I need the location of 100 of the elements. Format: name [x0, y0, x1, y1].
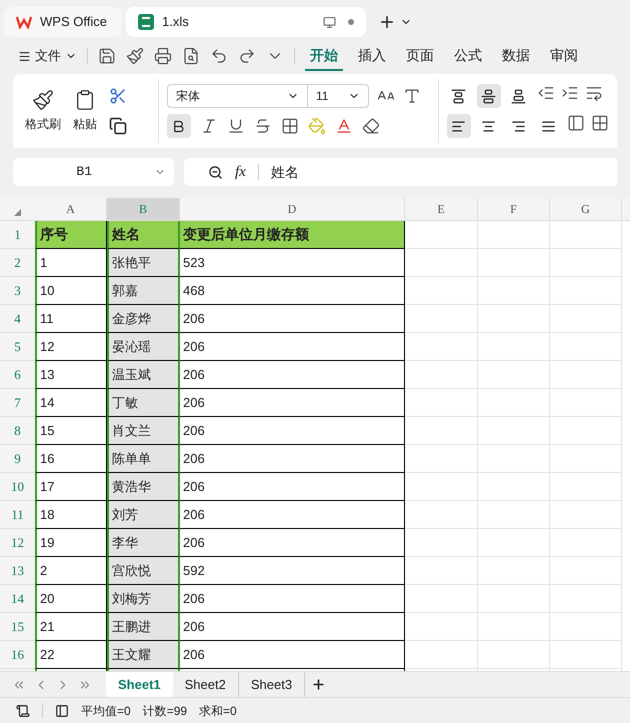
row-number: 14: [0, 585, 35, 613]
redo-icon[interactable]: [238, 47, 256, 65]
table-cell: 刘芳: [107, 501, 180, 529]
table-cell: 206: [180, 417, 405, 445]
status-text: 求和=0: [199, 702, 237, 720]
cut-icon[interactable]: [109, 87, 127, 105]
zoom-out-icon[interactable]: [208, 164, 223, 180]
print-icon[interactable]: [154, 47, 172, 65]
row-number: 3: [0, 277, 35, 305]
print-preview-icon[interactable]: [182, 47, 200, 65]
brush-icon[interactable]: [126, 47, 144, 65]
ribbon-tab[interactable]: 页面: [401, 41, 439, 71]
indent-icon[interactable]: [560, 84, 579, 102]
table-cell: 张艳平: [107, 249, 180, 277]
paste-button[interactable]: 粘贴: [73, 89, 97, 133]
sheet-tab[interactable]: Sheet2: [172, 672, 239, 698]
empty-cell: [550, 445, 622, 473]
panel-icon[interactable]: [55, 704, 69, 718]
border-icon[interactable]: [280, 117, 299, 135]
table-cell: 王鹏进: [107, 613, 180, 641]
empty-cell: [478, 473, 550, 501]
column-header[interactable]: E: [405, 198, 478, 220]
formula-field[interactable]: fx 姓名: [184, 158, 617, 186]
fill-color-icon[interactable]: [308, 117, 326, 135]
empty-cell: [478, 249, 550, 277]
row-number: 11: [0, 501, 35, 529]
bold-button[interactable]: [166, 114, 191, 138]
table-cell: 523: [180, 249, 405, 277]
ribbon-tab[interactable]: 开始: [305, 41, 343, 71]
empty-cell: [478, 557, 550, 585]
font-color-icon[interactable]: [334, 117, 353, 135]
empty-cell: [478, 445, 550, 473]
row-number: 4: [0, 305, 35, 333]
table-cell: 郭嘉: [107, 277, 180, 305]
header-cell: 姓名: [107, 221, 180, 249]
vertical-align-button[interactable]: [476, 84, 501, 108]
eraser-icon[interactable]: [362, 117, 380, 135]
table-cell: 206: [180, 305, 405, 333]
status-text: 计数=99: [142, 702, 188, 720]
document-tab[interactable]: 1.xls: [126, 7, 366, 37]
format-painter-button[interactable]: 格式刷: [25, 89, 61, 133]
table-cell: 206: [180, 585, 405, 613]
row-number: 13: [0, 557, 35, 585]
ribbon-tab[interactable]: 插入: [353, 41, 391, 71]
row-number: 15: [0, 613, 35, 641]
table-cell: 206: [180, 641, 405, 669]
add-sheet-icon[interactable]: [311, 677, 326, 692]
underline-icon[interactable]: [226, 117, 245, 135]
empty-cell: [550, 501, 622, 529]
horizontal-align-button[interactable]: [446, 114, 471, 138]
row-number: 5: [0, 333, 35, 361]
align-icon: [541, 118, 556, 134]
table-cell: 温玉斌: [107, 361, 180, 389]
sheet-tab[interactable]: Sheet1: [106, 672, 173, 698]
header-cell: 序号: [35, 221, 107, 249]
align-icon: [481, 118, 496, 134]
outdent-icon[interactable]: [536, 84, 555, 102]
empty-cell: [550, 473, 622, 501]
column-header[interactable]: G: [550, 198, 622, 220]
row-number: 10: [0, 473, 35, 501]
document-tab[interactable]: WPS Office: [4, 7, 122, 37]
ribbon-tab[interactable]: 审阅: [545, 41, 583, 71]
tab-title: WPS Office: [40, 13, 107, 32]
spreadsheet-icon: [138, 14, 154, 30]
empty-cell: [550, 613, 622, 641]
logo-icon: [16, 15, 32, 29]
function-label[interactable]: fx: [235, 160, 246, 184]
empty-cell: [478, 501, 550, 529]
table-cell: 丁敏: [107, 389, 180, 417]
table-cell: 王文耀: [107, 641, 180, 669]
wrap-text-icon[interactable]: [584, 84, 603, 102]
table-cell: 李华: [107, 529, 180, 557]
ribbon-tab[interactable]: 公式: [449, 41, 487, 71]
strikethrough-icon[interactable]: [254, 117, 272, 135]
empty-cell: [478, 361, 550, 389]
sheet-tab[interactable]: Sheet3: [238, 672, 306, 698]
table-cell: 金彦烨: [107, 305, 180, 333]
table-cell: 陈单单: [107, 445, 180, 473]
table-cell: 592: [180, 557, 405, 585]
new-tab-icon[interactable]: [378, 13, 396, 31]
table-cell: 206: [180, 333, 405, 361]
undo-icon[interactable]: [210, 47, 228, 65]
table-cell: 晏沁瑶: [107, 333, 180, 361]
monitor-icon[interactable]: [323, 16, 336, 28]
ribbon-tab[interactable]: 数据: [497, 41, 535, 71]
file-menu[interactable]: 文件: [18, 46, 77, 66]
table-cell: 206: [180, 501, 405, 529]
name-box[interactable]: B1: [13, 158, 174, 186]
column-header[interactable]: D: [180, 198, 405, 220]
column-header[interactable]: F: [478, 198, 550, 220]
table-cell: 刘梅芳: [107, 585, 180, 613]
copy-icon[interactable]: [109, 117, 127, 135]
brush-icon: [32, 89, 54, 111]
save-icon[interactable]: [98, 47, 116, 65]
row-number: 1: [0, 221, 35, 249]
align-icon: [451, 88, 466, 104]
empty-cell: [550, 557, 622, 585]
empty-cell: [478, 417, 550, 445]
align-icon: [511, 118, 526, 134]
empty-cell: [478, 305, 550, 333]
